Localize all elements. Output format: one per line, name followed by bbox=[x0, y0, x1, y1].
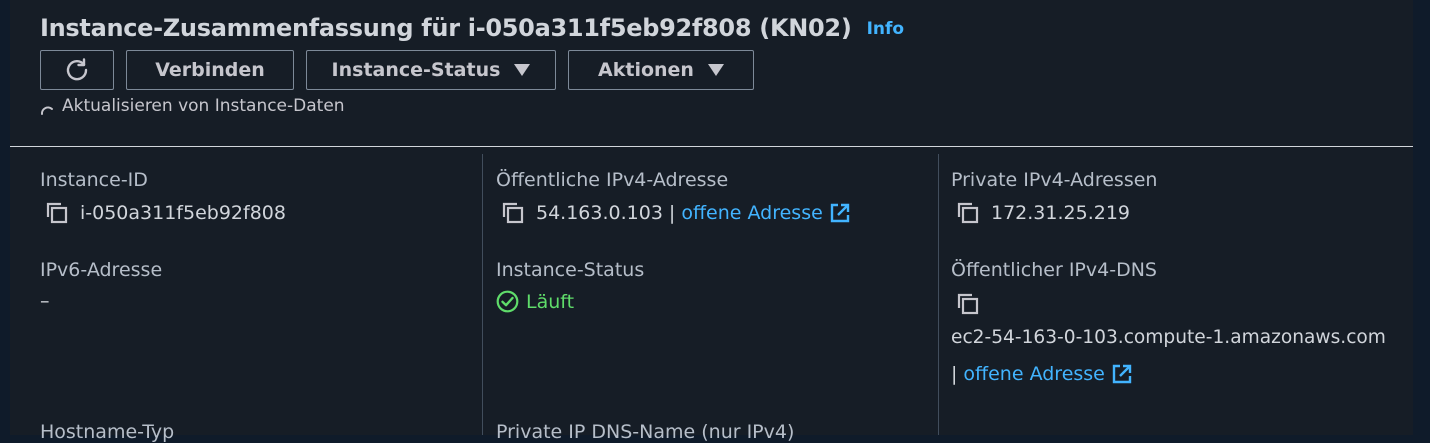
spinner-icon bbox=[41, 106, 53, 115]
section-divider bbox=[10, 146, 1413, 147]
public-dns-link-row: | offene Adresse bbox=[951, 363, 1133, 385]
instance-state-label: Instance-Status bbox=[496, 259, 645, 281]
open-address-link[interactable]: offene Adresse bbox=[963, 363, 1104, 385]
column-divider bbox=[482, 154, 483, 435]
public-ipv4-label: Öffentliche IPv4-Adresse bbox=[496, 169, 729, 191]
public-ipv4-value-row: 54.163.0.103 | offene Adresse bbox=[500, 200, 851, 226]
copy-icon[interactable] bbox=[955, 200, 981, 226]
copy-icon[interactable] bbox=[500, 200, 526, 226]
connect-button-label: Verbinden bbox=[155, 59, 265, 81]
external-link-icon[interactable] bbox=[829, 202, 851, 224]
public-dns-label: Öffentlicher IPv4-DNS bbox=[951, 259, 1157, 281]
instance-state-value-row: Läuft bbox=[496, 290, 574, 313]
private-dns-label: Private IP DNS-Name (nur IPv4) bbox=[496, 421, 795, 443]
refresh-status-text: Aktualisieren von Instance-Daten bbox=[62, 96, 345, 116]
external-link-icon[interactable] bbox=[1111, 363, 1133, 385]
connect-button[interactable]: Verbinden bbox=[126, 50, 294, 90]
info-link[interactable]: Info bbox=[867, 19, 905, 39]
actions-dropdown[interactable]: Aktionen bbox=[568, 50, 754, 90]
private-ipv4-label: Private IPv4-Adressen bbox=[951, 169, 1158, 191]
instance-status-dropdown[interactable]: Instance-Status bbox=[306, 50, 556, 90]
private-ipv4-value-row: 172.31.25.219 bbox=[955, 200, 1130, 226]
instance-status-dropdown-label: Instance-Status bbox=[331, 59, 501, 81]
public-dns-copy-row bbox=[955, 291, 991, 317]
public-ipv4-value: 54.163.0.103 bbox=[536, 202, 663, 224]
hostname-type-label: Hostname-Typ bbox=[40, 421, 175, 443]
copy-icon[interactable] bbox=[955, 291, 981, 317]
public-dns-value: ec2-54-163-0-103.compute-1.amazonaws.com bbox=[951, 327, 1386, 348]
ipv6-label: IPv6-Adresse bbox=[40, 259, 163, 281]
private-ipv4-value: 172.31.25.219 bbox=[991, 202, 1131, 224]
refresh-button[interactable] bbox=[40, 50, 114, 90]
separator: | bbox=[951, 363, 958, 385]
ipv6-value: – bbox=[40, 290, 50, 312]
copy-icon[interactable] bbox=[44, 200, 70, 226]
page-frame: Instance-Zusammenfassung für i-050a311f5… bbox=[0, 0, 1430, 443]
instance-id-label: Instance-ID bbox=[40, 169, 148, 191]
instance-id-value-row: i-050a311f5eb92f808 bbox=[44, 200, 286, 226]
open-address-link[interactable]: offene Adresse bbox=[681, 202, 822, 224]
caret-down-icon bbox=[707, 64, 724, 76]
separator: | bbox=[668, 202, 676, 224]
refresh-status: Aktualisieren von Instance-Daten bbox=[40, 96, 345, 116]
page-header: Instance-Zusammenfassung für i-050a311f5… bbox=[40, 14, 904, 42]
instance-state-value: Läuft bbox=[526, 290, 575, 313]
caret-down-icon bbox=[514, 64, 531, 76]
column-divider bbox=[938, 154, 939, 435]
page-title: Instance-Zusammenfassung für i-050a311f5… bbox=[40, 14, 852, 42]
check-circle-icon bbox=[496, 290, 519, 313]
instance-id-value: i-050a311f5eb92f808 bbox=[80, 202, 286, 224]
actions-dropdown-label: Aktionen bbox=[598, 59, 694, 81]
refresh-icon bbox=[66, 58, 88, 81]
page-gutter bbox=[1413, 0, 1430, 435]
